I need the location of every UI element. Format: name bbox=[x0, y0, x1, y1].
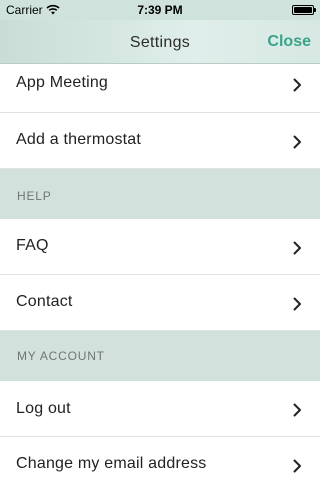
status-bar: Carrier 7:39 PM bbox=[0, 0, 320, 20]
close-button[interactable]: Close bbox=[267, 33, 311, 51]
list-item-log-out[interactable]: Log out bbox=[0, 381, 320, 437]
list-item-label: Change my email address bbox=[16, 455, 207, 472]
list-item-label: App Meeting bbox=[16, 74, 109, 91]
list-item-label: Add a thermostat bbox=[16, 131, 142, 148]
list-item-add-thermostat[interactable]: Add a thermostat bbox=[0, 113, 320, 169]
chevron-right-icon bbox=[293, 297, 301, 311]
settings-list[interactable]: App Meeting Add a thermostat HELP FAQ Co… bbox=[0, 64, 320, 480]
section-header-label: MY ACCOUNT bbox=[17, 349, 105, 363]
section-header-help: HELP bbox=[0, 169, 320, 219]
list-item-app-meeting[interactable]: App Meeting bbox=[0, 64, 320, 113]
list-item-contact[interactable]: Contact bbox=[0, 275, 320, 331]
status-time: 7:39 PM bbox=[137, 3, 183, 17]
list-item-faq[interactable]: FAQ bbox=[0, 219, 320, 275]
chevron-right-icon bbox=[293, 403, 301, 417]
chevron-right-icon bbox=[293, 135, 301, 149]
navigation-bar: Settings Close bbox=[0, 20, 320, 64]
battery-icon bbox=[292, 5, 316, 15]
section-header-my-account: MY ACCOUNT bbox=[0, 331, 320, 381]
chevron-right-icon bbox=[293, 459, 301, 473]
list-item-label: Log out bbox=[16, 400, 71, 417]
list-item-label: FAQ bbox=[16, 237, 49, 254]
list-item-label: Contact bbox=[16, 293, 73, 310]
chevron-right-icon bbox=[293, 241, 301, 255]
chevron-right-icon bbox=[293, 78, 301, 92]
section-header-label: HELP bbox=[17, 189, 52, 203]
list-item-change-email[interactable]: Change my email address bbox=[0, 437, 320, 480]
